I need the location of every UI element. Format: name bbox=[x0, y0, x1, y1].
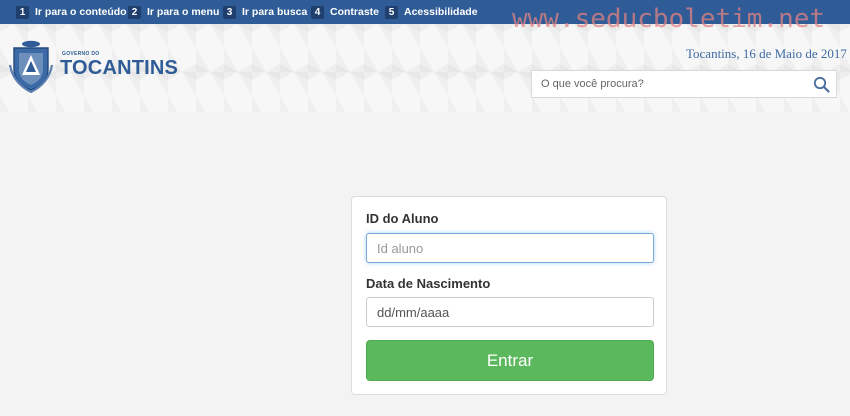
skip-to-content-label: Ir para o conteúdo bbox=[35, 6, 127, 18]
shortcut-number: 1 bbox=[16, 5, 29, 19]
student-id-input[interactable] bbox=[366, 233, 654, 263]
current-date: Tocantins, 16 de Maio de 2017 - bbox=[686, 46, 850, 61]
search-box bbox=[531, 70, 837, 98]
search-button[interactable] bbox=[806, 71, 836, 97]
government-coat-of-arms-icon bbox=[9, 40, 53, 93]
magnifier-icon bbox=[813, 76, 830, 93]
watermark-text: www.seducboletim.net bbox=[512, 4, 826, 34]
birth-date-input[interactable] bbox=[366, 297, 654, 327]
skip-to-content-link[interactable]: 1 Ir para o conteúdo bbox=[16, 0, 127, 24]
shortcut-number: 3 bbox=[223, 5, 236, 19]
skip-to-menu-label: Ir para o menu bbox=[147, 6, 220, 18]
birth-date-label: Data de Nascimento bbox=[366, 276, 491, 291]
contrast-link[interactable]: 4 Contraste bbox=[311, 0, 379, 24]
contrast-label: Contraste bbox=[330, 6, 380, 18]
skip-to-search-label: Ir para busca bbox=[242, 6, 308, 18]
login-card: ID do Aluno Data de Nascimento Entrar bbox=[351, 196, 667, 395]
accessibility-label: Acessibilidade bbox=[404, 6, 478, 18]
shortcut-number: 2 bbox=[128, 5, 141, 19]
student-id-label: ID do Aluno bbox=[366, 211, 439, 226]
search-input[interactable] bbox=[532, 71, 811, 97]
skip-to-menu-link[interactable]: 2 Ir para o menu bbox=[128, 0, 219, 24]
shortcut-number: 4 bbox=[311, 5, 324, 19]
submit-button[interactable]: Entrar bbox=[366, 340, 654, 381]
skip-to-search-link[interactable]: 3 Ir para busca bbox=[223, 0, 307, 24]
shortcut-number: 5 bbox=[385, 5, 398, 19]
site-header: GOVERNO DO TOCANTINS Tocantins, 16 de Ma… bbox=[0, 24, 850, 112]
accessibility-link[interactable]: 5 Acessibilidade bbox=[385, 0, 478, 24]
logo-title: TOCANTINS bbox=[60, 57, 179, 79]
